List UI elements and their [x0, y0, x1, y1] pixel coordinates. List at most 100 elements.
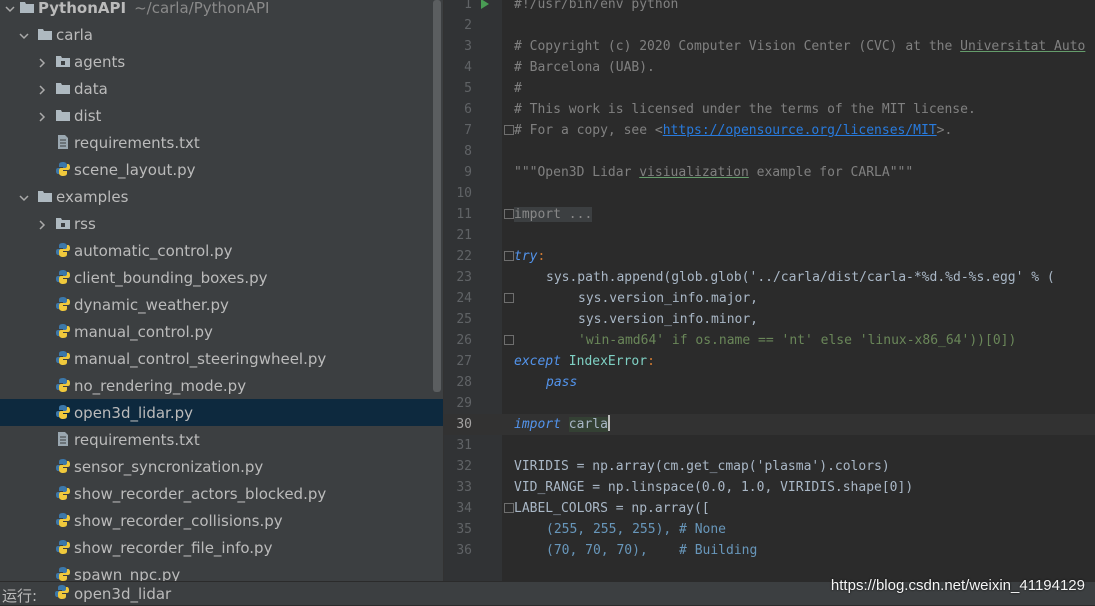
run-tab-open3d-lidar[interactable]: open3d_lidar — [74, 585, 171, 603]
tree-item-carla[interactable]: carla — [0, 27, 443, 54]
code-line[interactable]: 7 # For a copy, see <https://opensource.… — [444, 120, 1095, 141]
chevron-right-icon[interactable] — [36, 219, 48, 231]
code-line[interactable]: 11 import ... — [444, 204, 1095, 225]
code-line[interactable]: 27 except IndexError: — [444, 351, 1095, 372]
code-line[interactable]: 33 VID_RANGE = np.linspace(0.0, 1.0, VIR… — [444, 477, 1095, 498]
code-line[interactable]: 35 (255, 255, 255), # None — [444, 519, 1095, 540]
tree-item-agents[interactable]: agents — [0, 54, 443, 81]
code-text: sys.version_info.major, — [578, 291, 759, 306]
code-text: (255, 255, 255), # None — [546, 522, 727, 537]
code-line[interactable]: 31 — [444, 435, 1095, 456]
watermark-text: https://blog.csdn.net/weixin_41194129 — [830, 577, 1085, 594]
code-line[interactable]: 5 # — [444, 78, 1095, 99]
line-number: 36 — [456, 543, 472, 558]
tree-item-label: dist — [74, 107, 102, 125]
chevron-down-icon[interactable] — [18, 30, 30, 42]
tree-item-spawn-npc[interactable]: spawn_npc.py — [0, 567, 443, 581]
fold-icon[interactable] — [504, 125, 514, 135]
package-folder-icon — [56, 218, 70, 229]
fold-icon[interactable] — [504, 335, 514, 345]
folder-icon — [56, 83, 70, 94]
chevron-right-icon[interactable] — [36, 84, 48, 96]
tree-item-requirements-examples[interactable]: requirements.txt — [0, 432, 443, 459]
tree-item-label: open3d_lidar.py — [74, 404, 194, 422]
tree-root-pythonapi[interactable]: PythonAPI ~/carla/PythonAPI — [0, 0, 443, 27]
tree-item-manual-control-steeringwheel[interactable]: manual_control_steeringwheel.py — [0, 351, 443, 378]
tree-item-manual-control[interactable]: manual_control.py — [0, 324, 443, 351]
code-text: # — [514, 78, 522, 99]
tree-item-label: manual_control.py — [74, 323, 213, 341]
line-number: 30 — [456, 417, 472, 432]
code-line[interactable]: 21 — [444, 225, 1095, 246]
comment-text: >. — [936, 123, 953, 138]
tree-item-data[interactable]: data — [0, 81, 443, 108]
python-file-icon — [55, 585, 69, 599]
license-link[interactable]: https://opensource.org/licenses/MIT — [663, 123, 937, 138]
chevron-down-icon[interactable] — [18, 192, 30, 204]
line-number: 28 — [456, 375, 472, 390]
tree-item-sensor-syncronization[interactable]: sensor_syncronization.py — [0, 459, 443, 486]
tree-item-scene-layout[interactable]: scene_layout.py — [0, 162, 443, 189]
python-file-icon — [56, 513, 70, 527]
tree-item-show-recorder-file-info[interactable]: show_recorder_file_info.py — [0, 540, 443, 567]
tree-item-requirements[interactable]: requirements.txt — [0, 135, 443, 162]
fold-icon[interactable] — [504, 293, 514, 303]
code-line[interactable]: 2 — [444, 15, 1095, 36]
fold-icon[interactable] — [504, 209, 514, 219]
code-line[interactable]: 3 # Copyright (c) 2020 Computer Vision C… — [444, 36, 1095, 57]
python-file-icon — [56, 486, 70, 500]
code-line[interactable]: 23 sys.path.append(glob.glob('../carla/d… — [444, 267, 1095, 288]
code-line[interactable]: 34 LABEL_COLORS = np.array([ — [444, 498, 1095, 519]
code-line-current[interactable]: 30 import carla — [444, 414, 1095, 435]
code-line[interactable]: 32 VIRIDIS = np.array(cm.get_cmap('plasm… — [444, 456, 1095, 477]
project-tree: PythonAPI ~/carla/PythonAPI carla agents … — [0, 0, 443, 581]
tree-item-automatic-control[interactable]: automatic_control.py — [0, 243, 443, 270]
tree-item-label: scene_layout.py — [74, 161, 196, 179]
folder-icon — [38, 29, 52, 40]
tree-item-show-recorder-collisions[interactable]: show_recorder_collisions.py — [0, 513, 443, 540]
tree-item-rss[interactable]: rss — [0, 216, 443, 243]
run-icon[interactable] — [481, 0, 489, 9]
code-line[interactable]: 8 — [444, 141, 1095, 162]
code-line[interactable]: 10 — [444, 183, 1095, 204]
tree-item-dynamic-weather[interactable]: dynamic_weather.py — [0, 297, 443, 324]
code-line[interactable]: 1 #!/usr/bin/env python — [444, 0, 1095, 15]
chevron-right-icon[interactable] — [36, 57, 48, 69]
keyword: import — [514, 417, 561, 432]
tree-item-client-bounding-boxes[interactable]: client_bounding_boxes.py — [0, 270, 443, 297]
text-file-icon — [58, 135, 68, 149]
code-line[interactable]: 29 — [444, 393, 1095, 414]
code-text: VID_RANGE = np.linspace(0.0, 1.0, VIRIDI… — [514, 480, 914, 495]
chevron-right-icon[interactable] — [36, 111, 48, 123]
fold-icon[interactable] — [504, 503, 514, 513]
tree-item-show-recorder-actors-blocked[interactable]: show_recorder_actors_blocked.py — [0, 486, 443, 513]
line-number: 24 — [456, 291, 472, 306]
code-line[interactable]: 28 pass — [444, 372, 1095, 393]
folded-imports[interactable]: import ... — [514, 207, 593, 222]
python-file-icon — [56, 243, 70, 257]
fold-icon[interactable] — [504, 251, 514, 261]
tree-item-label: examples — [56, 188, 129, 206]
code-line[interactable]: 4 # Barcelona (UAB). — [444, 57, 1095, 78]
code-text: #!/usr/bin/env python — [514, 0, 678, 15]
code-line[interactable]: 24 sys.version_info.major, — [444, 288, 1095, 309]
code-line[interactable]: 25 sys.version_info.minor, — [444, 309, 1095, 330]
class-name: IndexError — [568, 354, 648, 369]
code-line[interactable]: 36 (70, 70, 70), # Building — [444, 540, 1095, 561]
code-text: sys.version_info.minor, — [578, 312, 759, 327]
tree-item-examples[interactable]: examples — [0, 189, 443, 216]
code-text: 'win-amd64' if os.name == 'nt' else 'lin… — [578, 333, 1017, 348]
tree-item-dist[interactable]: dist — [0, 108, 443, 135]
tree-item-label: sensor_syncronization.py — [74, 458, 264, 476]
code-line[interactable]: 6 # This work is licensed under the term… — [444, 99, 1095, 120]
code-line[interactable]: 22 try: — [444, 246, 1095, 267]
python-file-icon — [56, 378, 70, 392]
python-file-icon — [56, 324, 70, 338]
chevron-down-icon[interactable] — [4, 3, 16, 15]
code-editor[interactable]: 1 #!/usr/bin/env python 2 3 # Copyright … — [443, 0, 1095, 581]
sidebar-scrollbar[interactable] — [433, 0, 441, 392]
code-text: import carla — [514, 414, 610, 435]
code-line[interactable]: 9 """Open3D Lidar visiualization example… — [444, 162, 1095, 183]
code-line[interactable]: 26 'win-amd64' if os.name == 'nt' else '… — [444, 330, 1095, 351]
tree-item-open3d-lidar[interactable]: open3d_lidar.py — [0, 399, 443, 426]
